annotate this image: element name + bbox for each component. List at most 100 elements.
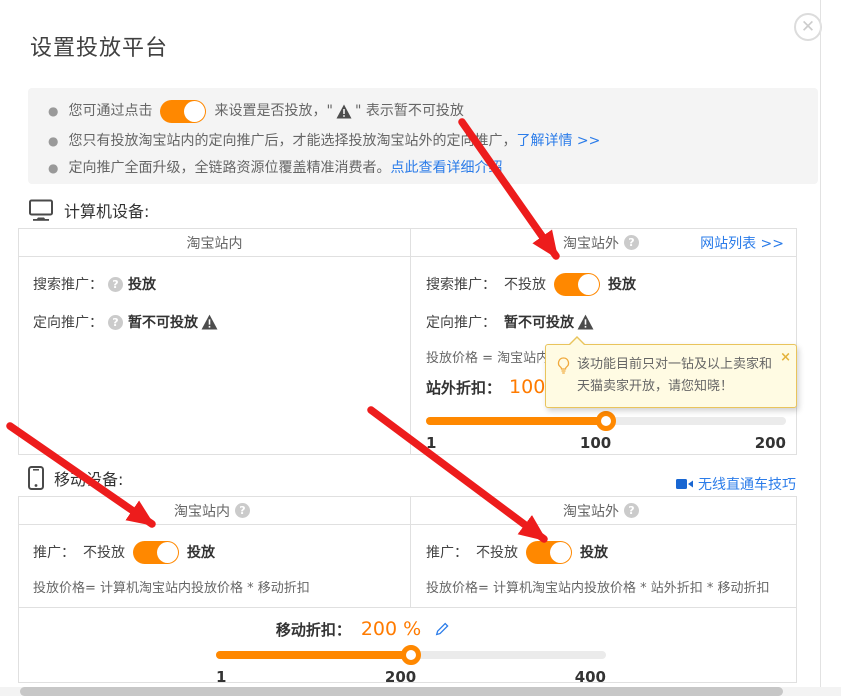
notice-3-text: 定向推广全面升级，全链路资源位覆盖精准消费者。 [68,156,390,180]
slider-min-label: 1 [216,668,226,686]
outside-search-row: 搜索推广： 不投放 投放 [426,269,796,299]
notice-1-mid: 来设置是否投放，" [214,99,332,123]
computer-icon [28,199,54,221]
header-mobile-outside-label: 淘宝站外 [563,501,619,521]
help-icon[interactable]: ? [108,277,123,292]
mobile-inside-promo-row: 推广： 不投放 投放 [33,537,410,567]
mobile-outside-cell: 推广： 不投放 投放 投放价格= 计算机淘宝站内投放价格 * 站外折扣 * 移动… [411,525,796,607]
mobile-outside-toggle[interactable] [526,541,572,564]
header-mobile-inside-label: 淘宝站内 [174,501,230,521]
mobile-inside-formula: 投放价格= 计算机淘宝站内投放价格 * 移动折扣 [33,576,410,596]
demo-toggle[interactable] [160,100,206,123]
mobile-discount-value: 200 % [361,618,421,640]
target-promo-label: 定向推广： [426,312,496,332]
promo-label: 推广： [426,542,468,562]
help-icon[interactable]: ? [624,235,639,250]
header-taobao-outside-label: 淘宝站外 [563,233,619,253]
video-icon [676,478,693,490]
header-mobile-outside: 淘宝站外 ? [411,497,796,524]
header-mobile-inside: 淘宝站内 ? [19,497,411,524]
notice-line-2: ● 您只有投放淘宝站内的定向推广后，才能选择投放淘宝站外的定向推广， 了解详情 … [48,129,798,153]
mobile-icon [28,466,44,490]
slider-fill [216,651,411,659]
slider-fill [426,417,606,425]
toggle-on-label: 投放 [187,542,215,562]
page-title: 设置投放平台 [30,30,168,62]
help-icon[interactable]: ? [235,503,250,518]
notice-2-text: 您只有投放淘宝站内的定向推广后，才能选择投放淘宝站外的定向推广， [68,129,516,153]
outside-search-toggle[interactable] [554,273,600,296]
search-promo-label: 搜索推广： [33,274,103,294]
notice-box: ● 您可通过点击 来设置是否投放，" " 表示暂不可投放 ● 您只有投放淘宝站内… [28,88,818,184]
detail-intro-link[interactable]: 点此查看详细介绍 [390,156,502,180]
mobile-table: 淘宝站内 ? 淘宝站外 ? 推广： 不投放 投放 投放价格= 计算机淘宝站内投放… [18,496,797,683]
slider-min-label: 1 [426,434,436,452]
dialog-right-border [820,0,821,696]
help-icon[interactable]: ? [624,503,639,518]
mobile-section-heading: 移动设备: [28,466,123,490]
target-promo-value: 暂不可投放 [504,312,574,332]
search-promo-label: 搜索推广： [426,274,496,294]
outside-discount-slider: 1 100 200 [426,417,786,452]
toggle-on-label: 投放 [608,274,636,294]
computer-table: 淘宝站内 淘宝站外 ? 网站列表 >> 搜索推广： ? 投放 定向推广： ? 暂… [18,228,797,455]
close-icon[interactable]: ✕ [794,13,822,41]
wireless-tips-link[interactable]: 无线直通车技巧 [676,474,796,494]
mobile-discount-label: 移动折扣： [276,619,351,640]
mobile-discount-row: 移动折扣： 200 % [0,618,751,640]
wireless-tips-label: 无线直通车技巧 [698,474,796,494]
mobile-inside-cell: 推广： 不投放 投放 投放价格= 计算机淘宝站内投放价格 * 移动折扣 [19,525,411,607]
target-promo-value: 暂不可投放 [128,312,198,332]
edit-pencil-icon[interactable] [435,622,449,637]
warning-icon [201,314,218,330]
header-taobao-outside: 淘宝站外 ? 网站列表 >> [411,229,796,256]
promo-label: 推广： [33,542,75,562]
tooltip-close-icon[interactable]: × [780,347,791,369]
mobile-outside-promo-row: 推广： 不投放 投放 [426,537,796,567]
notice-line-3: ● 定向推广全面升级，全链路资源位覆盖精准消费者。 点此查看详细介绍 [48,156,798,180]
header-taobao-inside: 淘宝站内 [19,229,411,256]
outside-discount-label: 站外折扣： [426,377,501,398]
slider-track[interactable] [216,651,606,659]
slider-labels: 1 200 400 [216,668,606,686]
warning-icon [336,104,352,119]
slider-mid-label: 200 [385,668,416,686]
slider-mid-label: 100 [580,434,611,452]
tooltip-text: 该功能目前只对一钻及以上卖家和天猫卖家开放，请您知晓！ [577,354,776,399]
help-icon[interactable]: ? [108,315,123,330]
horizontal-scrollbar[interactable] [0,687,841,696]
inside-target-row: 定向推广： ? 暂不可投放 [33,307,410,337]
slider-thumb[interactable] [401,645,421,665]
search-promo-value: 投放 [128,274,156,294]
slider-thumb[interactable] [596,411,616,431]
site-list-link[interactable]: 网站列表 >> [700,233,784,253]
bullet-dot: ● [48,129,58,153]
slider-track[interactable] [426,417,786,425]
target-promo-label: 定向推广： [33,312,103,332]
learn-more-link[interactable]: 了解详情 >> [516,129,600,153]
notice-line-1: ● 您可通过点击 来设置是否投放，" " 表示暂不可投放 [48,99,798,123]
computer-table-header: 淘宝站内 淘宝站外 ? 网站列表 >> [19,229,796,257]
computer-section-label: 计算机设备: [64,198,149,222]
slider-max-label: 200 [755,434,786,452]
mobile-inside-toggle[interactable] [133,541,179,564]
computer-section-heading: 计算机设备: [28,198,149,222]
notice-1-pre: 您可通过点击 [68,99,152,123]
mobile-table-header: 淘宝站内 ? 淘宝站外 ? [19,497,796,525]
bullet-dot: ● [48,99,58,123]
slider-labels: 1 100 200 [426,434,786,452]
toggle-on-label: 投放 [580,542,608,562]
seller-notice-tooltip: 该功能目前只对一钻及以上卖家和天猫卖家开放，请您知晓！ × [545,344,797,408]
notice-1-end: " 表示暂不可投放 [355,99,464,123]
outside-target-row: 定向推广： 暂不可投放 [426,307,796,337]
horizontal-scrollbar-thumb[interactable] [20,687,783,696]
header-taobao-inside-label: 淘宝站内 [187,233,243,253]
inside-search-row: 搜索推广： ? 投放 [33,269,410,299]
mobile-outside-formula: 投放价格= 计算机淘宝站内投放价格 * 站外折扣 * 移动折扣 [426,576,796,596]
mobile-section-label: 移动设备: [54,466,123,490]
mobile-discount-slider: 1 200 400 [216,651,606,686]
mobile-discount-area: 移动折扣： 200 % 1 200 400 [19,607,796,683]
toggle-off-label: 不投放 [476,542,518,562]
warning-icon [577,314,594,330]
toggle-off-label: 不投放 [83,542,125,562]
